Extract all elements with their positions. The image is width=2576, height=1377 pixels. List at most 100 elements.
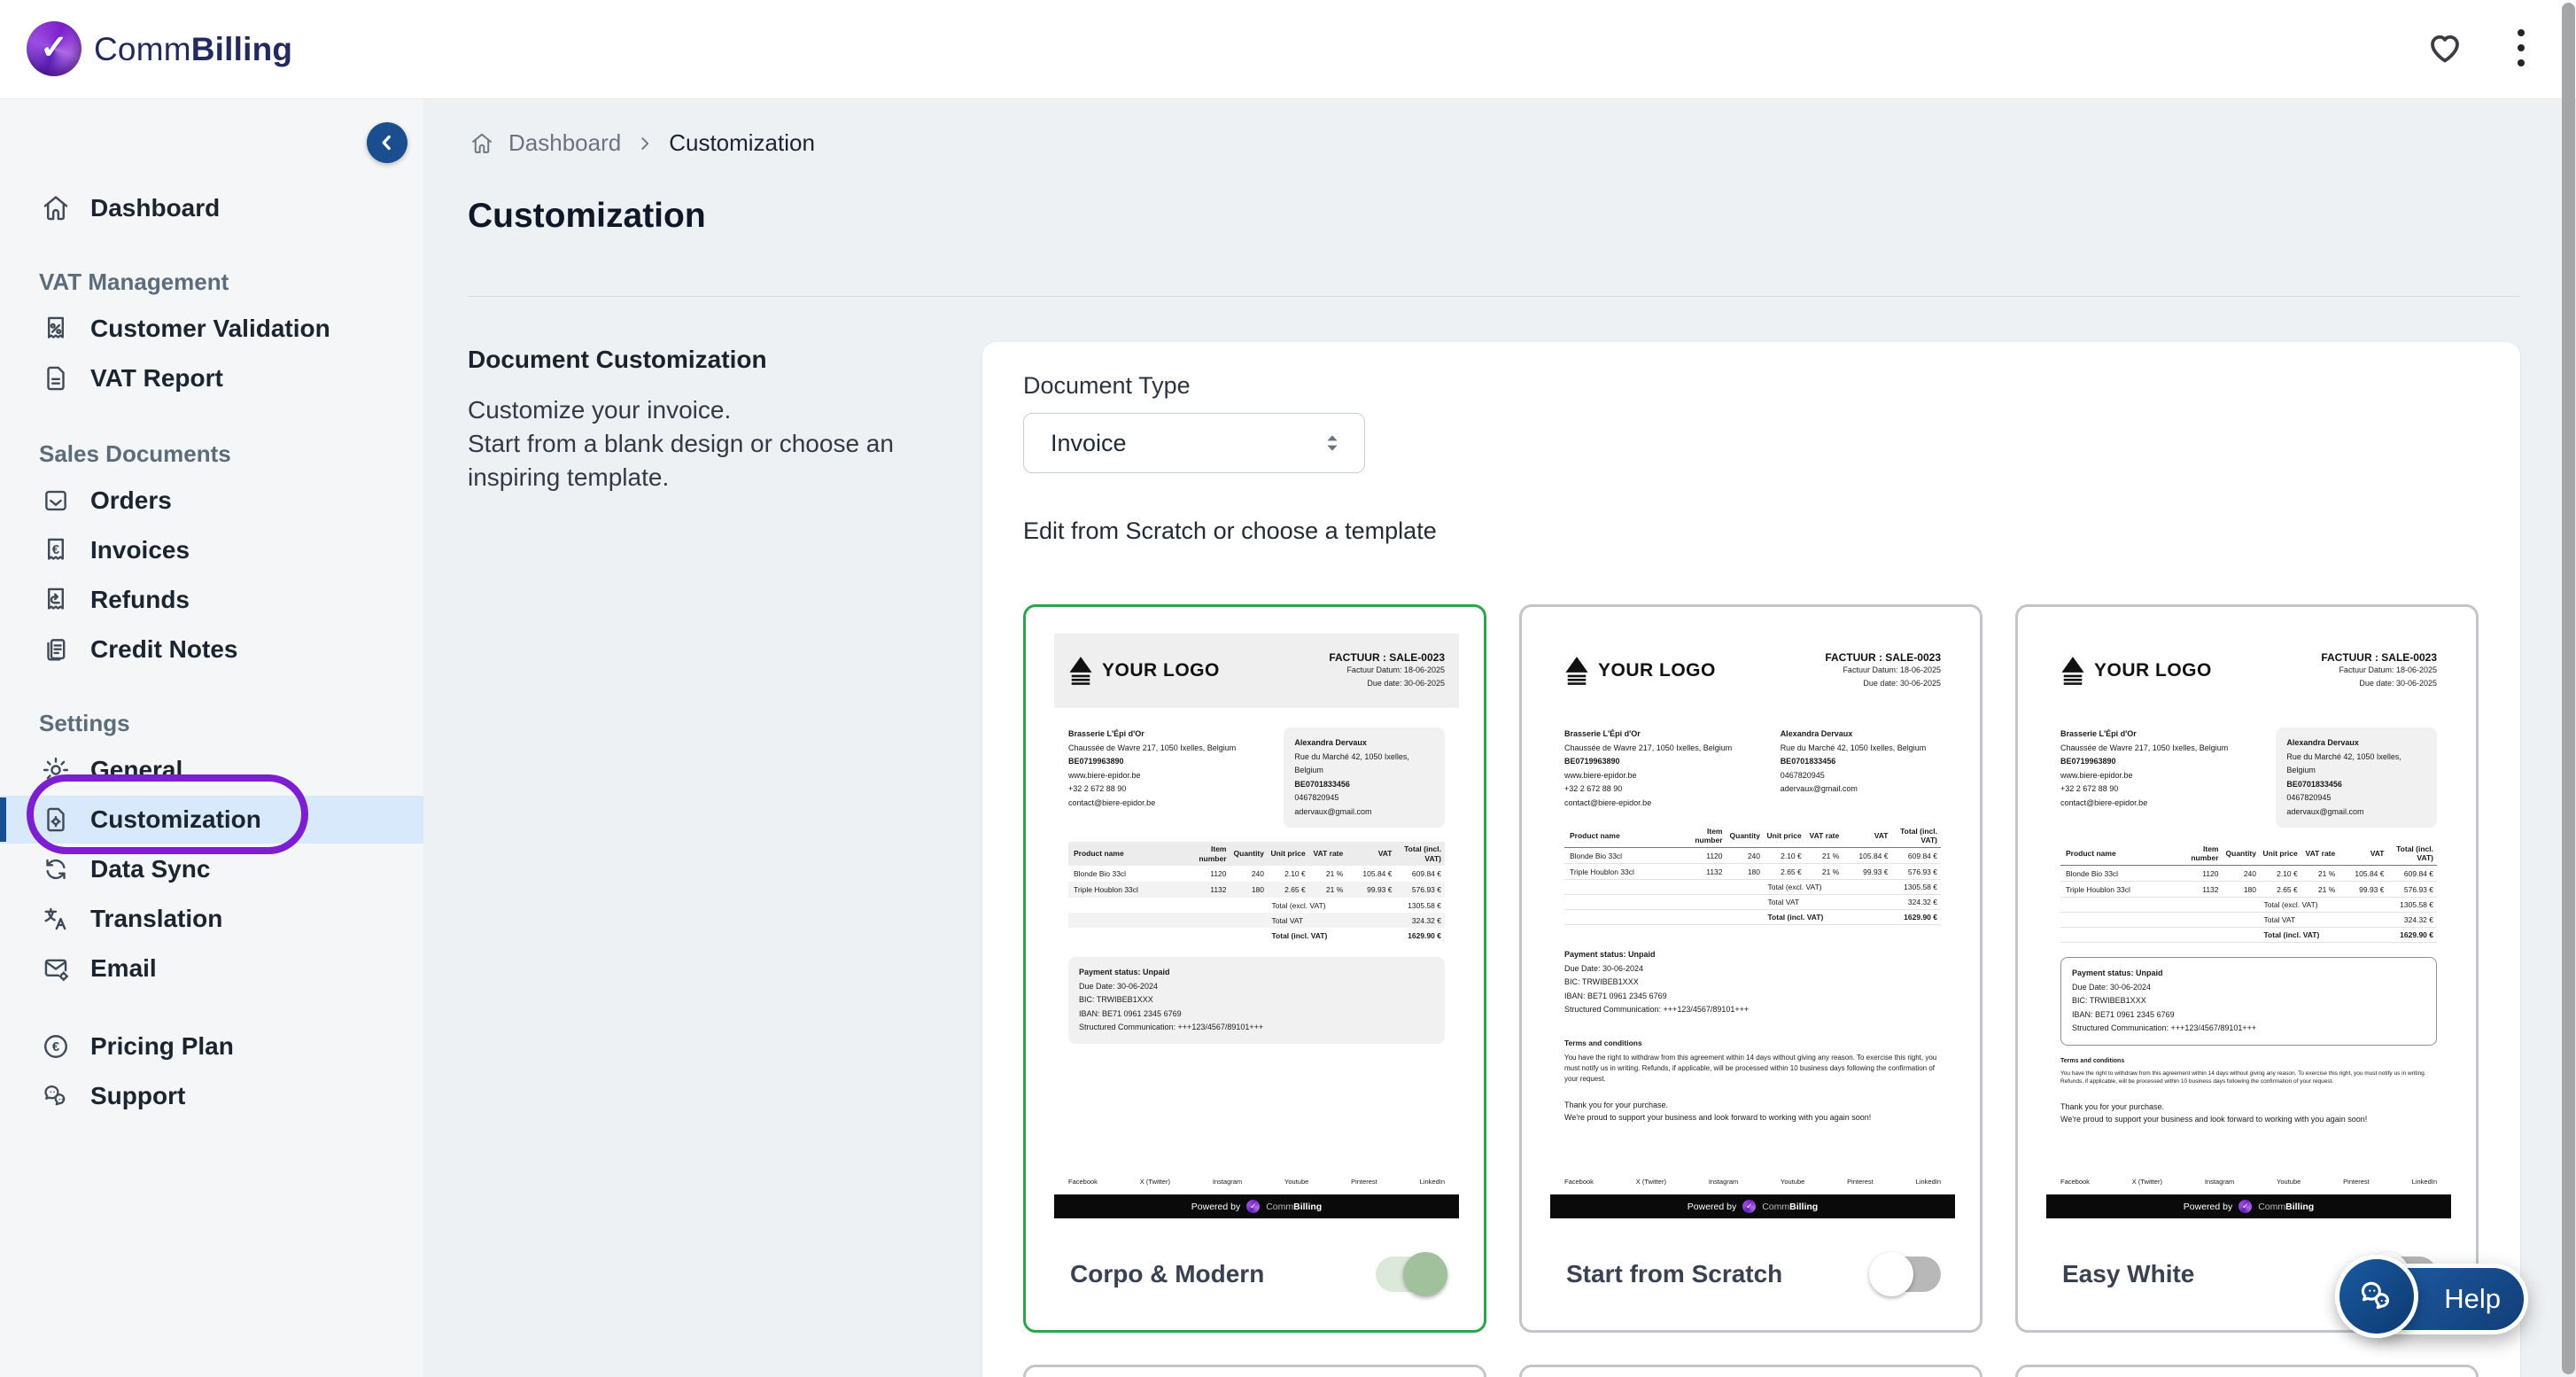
col-header: Total (incl. VAT) [1393, 844, 1446, 863]
buyer-email: adervaux@gmail.com [2286, 805, 2426, 820]
sidebar-item-customer-validation[interactable]: Customer Validation [0, 305, 423, 353]
kebab-menu-icon[interactable] [2500, 27, 2542, 69]
breadcrumb-home-icon[interactable] [469, 131, 494, 156]
sidebar-item-label: VAT Report [90, 364, 223, 393]
document-type-select[interactable]: Invoice [1023, 413, 1365, 473]
cell: Blonde Bio 33cl [2060, 869, 2177, 878]
social-facebook: Facebook [1068, 1178, 1098, 1186]
payment-structured-communication: Structured Communication: +++123/4567/89… [1079, 1021, 1434, 1035]
sidebar-item-email[interactable]: Email [0, 945, 423, 992]
favorites-heart-icon[interactable] [2424, 27, 2466, 69]
description-line-2: Start from a blank design or choose an [468, 427, 928, 461]
commbilling-logo-icon: ✓ [27, 21, 81, 76]
invoice-terms: Terms and conditions You have the right … [2060, 1058, 2437, 1086]
sidebar-item-refunds[interactable]: Refunds [0, 576, 423, 624]
invoice-payment-block: Payment status: Unpaid Due Date: 30-06-2… [1068, 957, 1445, 1044]
seller-phone: +32 2 672 88 90 [2060, 782, 2276, 797]
sidebar-item-credit-notes[interactable]: Credit Notes [0, 626, 423, 673]
invoice-table: Product name Item number Quantity Unit p… [1564, 824, 1941, 925]
total-value: 1305.58 € [1377, 901, 1446, 910]
social-linkedin: LinkedIn [1916, 1178, 1941, 1186]
payment-bic: BIC: TRWIBEB1XXX [1079, 993, 1434, 1007]
cell: Blonde Bio 33cl [1068, 869, 1185, 878]
sidebar-item-dashboard[interactable]: Dashboard [0, 184, 423, 232]
invoice-preview: YOUR LOGO FACTUUR : SALE-0023 Factuur Da… [1550, 634, 1955, 1218]
template-name: Easy White [2062, 1260, 2194, 1288]
total-value: 324.32 € [1874, 898, 1942, 906]
col-header: Product name [1564, 831, 1681, 841]
total-label: Total (incl. VAT) [1768, 913, 1874, 922]
commbilling-mini-logo-icon: ✓ [2238, 1200, 2252, 1213]
documents-icon [41, 634, 71, 665]
invoice-table-header: Product name Item number Quantity Unit p… [1068, 842, 1445, 866]
col-header: Item number [1681, 827, 1723, 845]
invoice-total-row: Total (excl. VAT) 1305.58 € [1564, 880, 1941, 895]
breadcrumb-dashboard-link[interactable]: Dashboard [508, 129, 621, 157]
template-card-partial[interactable] [1023, 1365, 1486, 1377]
sidebar-item-general[interactable]: General [0, 746, 423, 794]
document-icon [41, 363, 71, 393]
help-chat-icon[interactable] [2335, 1255, 2418, 1338]
sidebar-item-translation[interactable]: Translation [0, 895, 423, 943]
template-card-partial[interactable] [1519, 1365, 1982, 1377]
customization-card: Document Type Invoice Edit from Scratch … [982, 342, 2520, 1377]
invoice-number: FACTUUR : SALE-0023 [2321, 651, 2437, 664]
template-toggle[interactable] [1376, 1256, 1445, 1292]
sync-icon [41, 854, 71, 884]
template-toggle[interactable] [1872, 1256, 1941, 1292]
sidebar-item-data-sync[interactable]: Data Sync [0, 845, 423, 893]
receipt-euro-icon: € [41, 535, 71, 565]
invoice-logo-text: YOUR LOGO [1102, 660, 1220, 681]
invoice-thumbnail: YOUR LOGO FACTUUR : SALE-0023 Factuur Da… [1550, 634, 1955, 1218]
buyer-address: Rue du Marché 42, 1050 Ixelles, Belgium [2286, 751, 2426, 778]
template-card-corpo-modern[interactable]: YOUR LOGO FACTUUR : SALE-0023 Factuur Da… [1023, 604, 1486, 1333]
sidebar-item-vat-report[interactable]: VAT Report [0, 354, 423, 402]
template-footer: Start from Scratch [1566, 1249, 1941, 1300]
seller-vat: BE0719963890 [1564, 755, 1781, 769]
payment-iban: IBAN: BE71 0961 2345 6769 [1564, 990, 1941, 1004]
invoice-social-links: Facebook X (Twitter) Instagram Youtube P… [2046, 1178, 2451, 1186]
col-header: VAT [2335, 849, 2384, 859]
receipt-percent-icon [41, 314, 71, 344]
col-header: Quantity [2219, 849, 2257, 859]
terms-body: You have the right to withdraw from this… [1564, 1053, 1941, 1085]
scrollbar-thumb[interactable] [2562, 3, 2575, 1374]
invoice-total-row: Total (incl. VAT) 1629.90 € [2060, 928, 2437, 943]
buyer-vat: BE0701833456 [1781, 755, 1941, 769]
cell: 609.84 € [1889, 852, 1942, 860]
template-card-start-from-scratch[interactable]: YOUR LOGO FACTUUR : SALE-0023 Factuur Da… [1519, 604, 1982, 1333]
description-line-1: Customize your invoice. [468, 393, 928, 427]
template-card-easy-white[interactable]: YOUR LOGO FACTUUR : SALE-0023 Factuur Da… [2015, 604, 2479, 1333]
seller-email: contact@biere-epidor.be [1068, 797, 1284, 811]
sidebar-collapse-button[interactable] [367, 122, 407, 163]
cell: 21 % [1802, 867, 1840, 876]
sidebar-item-orders[interactable]: Orders [0, 477, 423, 525]
buyer-name: Alexandra Dervaux [2286, 736, 2426, 751]
powered-brand: CommBilling [1762, 1202, 1818, 1212]
templates-subtitle: Edit from Scratch or choose a template [1023, 517, 1437, 545]
sidebar-item-pricing-plan[interactable]: € Pricing Plan [0, 1023, 423, 1070]
payment-status: Payment status: Unpaid [2072, 967, 2425, 981]
seller-phone: +32 2 672 88 90 [1564, 782, 1781, 797]
seller-address: Chaussée de Wavre 217, 1050 Ixelles, Bel… [1564, 742, 1781, 756]
page-scrollbar[interactable] [2561, 0, 2576, 1377]
sidebar-item-label: Customization [90, 805, 261, 834]
invoice-total-row: Total (incl. VAT) 1629.90 € [1068, 928, 1445, 943]
total-label: Total (incl. VAT) [2264, 930, 2370, 939]
invoice-powered-bar: Powered by ✓ CommBilling [2046, 1194, 2451, 1218]
buyer-email: adervaux@gmail.com [1781, 782, 1941, 797]
template-card-partial[interactable] [2015, 1365, 2479, 1377]
payment-due: Due Date: 30-06-2024 [1079, 980, 1434, 994]
cell: 1132 [1681, 867, 1723, 876]
sidebar-item-support[interactable]: Support [0, 1072, 423, 1120]
invoice-payment-block: Payment status: Unpaid Due Date: 30-06-2… [2060, 957, 2437, 1046]
triangle-logo-icon [1068, 656, 1093, 686]
title-divider [468, 296, 2520, 297]
cell: 1132 [2177, 885, 2219, 894]
sidebar-item-invoices[interactable]: € Invoices [0, 526, 423, 574]
invoice-buyer-block: Alexandra Dervaux Rue du Marché 42, 1050… [2276, 727, 2437, 828]
seller-vat: BE0719963890 [2060, 755, 2276, 769]
invoice-total-row: Total (excl. VAT) 1305.58 € [1068, 898, 1445, 913]
sidebar-item-customization[interactable]: Customization [0, 796, 423, 844]
invoice-social-links: Facebook X (Twitter) Instagram Youtube P… [1054, 1178, 1459, 1186]
